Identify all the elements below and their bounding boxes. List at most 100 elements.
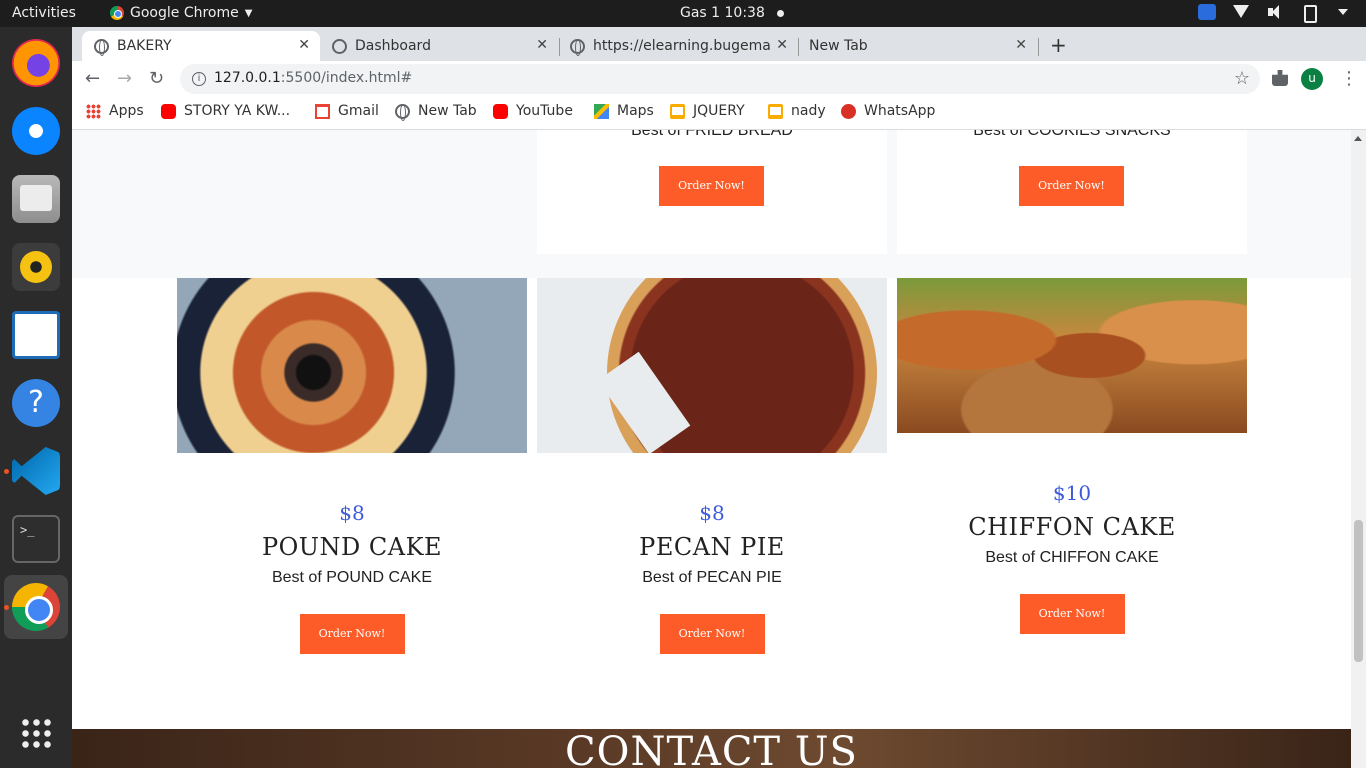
- bookmark-label: Maps: [617, 103, 654, 119]
- new-tab-button[interactable]: +: [1050, 33, 1067, 57]
- url-host: 127.0.0.1: [214, 70, 281, 86]
- address-bar[interactable]: i 127.0.0.1:5500/index.html# ☆: [180, 64, 1260, 94]
- product-image: [897, 278, 1247, 433]
- bookmark-nady[interactable]: nady: [768, 103, 826, 119]
- product-name: PECAN PIE: [639, 533, 785, 561]
- vscode-icon[interactable]: [12, 447, 60, 495]
- bookmark-label: New Tab: [418, 103, 477, 119]
- product-name: CHIFFON CAKE: [968, 513, 1176, 541]
- dock: ? >_: [0, 27, 72, 768]
- thunderbird-icon[interactable]: [12, 107, 60, 155]
- order-now-button[interactable]: Order Now!: [659, 614, 765, 654]
- product-card-chiffon-cake: $10 CHIFFON CAKE Best of CHIFFON CAKE Or…: [897, 278, 1247, 634]
- battery-icon[interactable]: [1300, 4, 1318, 23]
- app-menu-label: Google Chrome: [130, 5, 239, 21]
- product-image: [537, 278, 887, 453]
- product-description: Best of CHIFFON CAKE: [985, 549, 1159, 566]
- chrome-icon: [110, 6, 124, 20]
- order-now-button[interactable]: Order Now!: [1019, 594, 1125, 634]
- order-now-button[interactable]: Order Now!: [659, 166, 764, 206]
- product-card-fried-bread: Best of FRIED BREAD Order Now!: [537, 130, 887, 254]
- tab-bakery[interactable]: BAKERY ✕: [82, 31, 320, 61]
- url-text: 127.0.0.1:5500/index.html#: [214, 70, 412, 86]
- tab-divider: [1038, 38, 1039, 56]
- clock-label: Gas 1 10:38: [680, 5, 765, 21]
- close-icon[interactable]: ✕: [1015, 37, 1027, 53]
- whatsapp-icon: [841, 103, 856, 119]
- show-applications-icon[interactable]: [20, 717, 52, 749]
- page-scrollbar[interactable]: [1351, 130, 1366, 768]
- activities-button[interactable]: Activities: [12, 5, 76, 21]
- app-menu[interactable]: Google Chrome ▼: [110, 5, 252, 21]
- bookmark-jquery[interactable]: JQUERY: [670, 103, 745, 119]
- avatar[interactable]: u: [1301, 68, 1323, 90]
- reload-icon[interactable]: ↻: [149, 68, 164, 89]
- bookmark-label: YouTube: [516, 103, 573, 119]
- star-icon[interactable]: ☆: [1234, 68, 1250, 89]
- order-now-button[interactable]: Order Now!: [299, 614, 405, 654]
- page-viewport: Best of FRIED BREAD Order Now! Best of C…: [72, 130, 1351, 768]
- chrome-icon[interactable]: [12, 583, 60, 631]
- browser-toolbar: ← → ↻ i 127.0.0.1:5500/index.html# ☆ u ⋮: [72, 61, 1366, 97]
- product-description: Best of PECAN PIE: [642, 569, 782, 586]
- volume-icon[interactable]: [1266, 4, 1284, 20]
- back-icon[interactable]: ←: [85, 68, 100, 89]
- bookmarks-bar: Apps STORY YA KW... Gmail New Tab YouTub…: [72, 97, 1366, 130]
- scrollbar-thumb[interactable]: [1354, 520, 1363, 662]
- clock[interactable]: Gas 1 10:38: [680, 5, 784, 21]
- bookmark-label: STORY YA KW...: [184, 103, 291, 119]
- libreoffice-writer-icon[interactable]: [12, 311, 60, 359]
- product-card-cookies-snacks: Best of COOKIES SNACKS Order Now!: [897, 130, 1247, 254]
- tab-title: BAKERY: [117, 38, 172, 54]
- chevron-down-icon: ▼: [244, 7, 253, 19]
- product-description: Best of POUND CAKE: [271, 569, 433, 586]
- system-top-bar: Activities Google Chrome ▼ Gas 1 10:38: [0, 0, 1366, 27]
- tab-dashboard[interactable]: Dashboard ✕: [320, 31, 558, 61]
- system-tray[interactable]: [1198, 4, 1352, 23]
- bookmark-youtube[interactable]: YouTube: [493, 103, 573, 119]
- bookmark-gmail[interactable]: Gmail: [315, 103, 379, 119]
- folder-icon: [670, 103, 685, 119]
- close-icon[interactable]: ✕: [536, 37, 548, 53]
- close-icon[interactable]: ✕: [298, 37, 310, 53]
- globe-icon: [570, 38, 585, 56]
- tab-new-tab[interactable]: New Tab ✕: [799, 31, 1037, 61]
- url-path: :5500/index.html#: [280, 70, 413, 86]
- firefox-icon[interactable]: [12, 39, 60, 87]
- product-card-pecan-pie: $8 PECAN PIE Best of PECAN PIE Order Now…: [537, 278, 887, 654]
- bookmark-new-tab[interactable]: New Tab: [395, 103, 477, 121]
- bookmark-apps[interactable]: Apps: [86, 103, 144, 119]
- terminal-icon[interactable]: >_: [12, 515, 60, 563]
- product-description: Best of FRIED BREAD: [631, 130, 793, 139]
- contact-heading: CONTACT US: [565, 729, 858, 768]
- bookmark-story[interactable]: STORY YA KW...: [161, 103, 290, 119]
- bookmark-label: nady: [791, 103, 826, 119]
- wifi-icon[interactable]: [1232, 4, 1250, 20]
- close-icon[interactable]: ✕: [776, 37, 788, 53]
- order-now-button[interactable]: Order Now!: [1019, 166, 1124, 206]
- bookmark-whatsapp[interactable]: WhatsApp: [841, 103, 935, 119]
- tab-title: Dashboard: [355, 38, 431, 54]
- files-icon[interactable]: [12, 175, 60, 223]
- rhythmbox-icon[interactable]: [12, 243, 60, 291]
- apps-grid-icon: [86, 103, 101, 119]
- tab-title: New Tab: [809, 38, 868, 54]
- teamviewer-icon[interactable]: [1198, 4, 1216, 20]
- bookmark-label: JQUERY: [693, 103, 745, 119]
- product-price: $8: [699, 501, 725, 525]
- scroll-up-icon[interactable]: [1354, 136, 1362, 141]
- chevron-down-icon[interactable]: [1334, 4, 1352, 20]
- bookmark-maps[interactable]: Maps: [594, 103, 654, 119]
- tab-elearning[interactable]: https://elearning.bugema ✕: [560, 31, 798, 61]
- product-image: [177, 278, 527, 453]
- tab-title: https://elearning.bugema: [593, 38, 771, 54]
- bookmark-label: Gmail: [338, 103, 379, 119]
- extensions-icon[interactable]: [1272, 70, 1288, 86]
- running-indicator-icon: [4, 605, 9, 610]
- forward-icon[interactable]: →: [117, 68, 132, 89]
- folder-icon: [768, 103, 783, 119]
- more-menu-icon[interactable]: ⋮: [1340, 68, 1358, 89]
- info-icon[interactable]: i: [192, 72, 206, 86]
- product-card-pound-cake: $8 POUND CAKE Best of POUND CAKE Order N…: [177, 278, 527, 654]
- help-icon[interactable]: ?: [12, 379, 60, 427]
